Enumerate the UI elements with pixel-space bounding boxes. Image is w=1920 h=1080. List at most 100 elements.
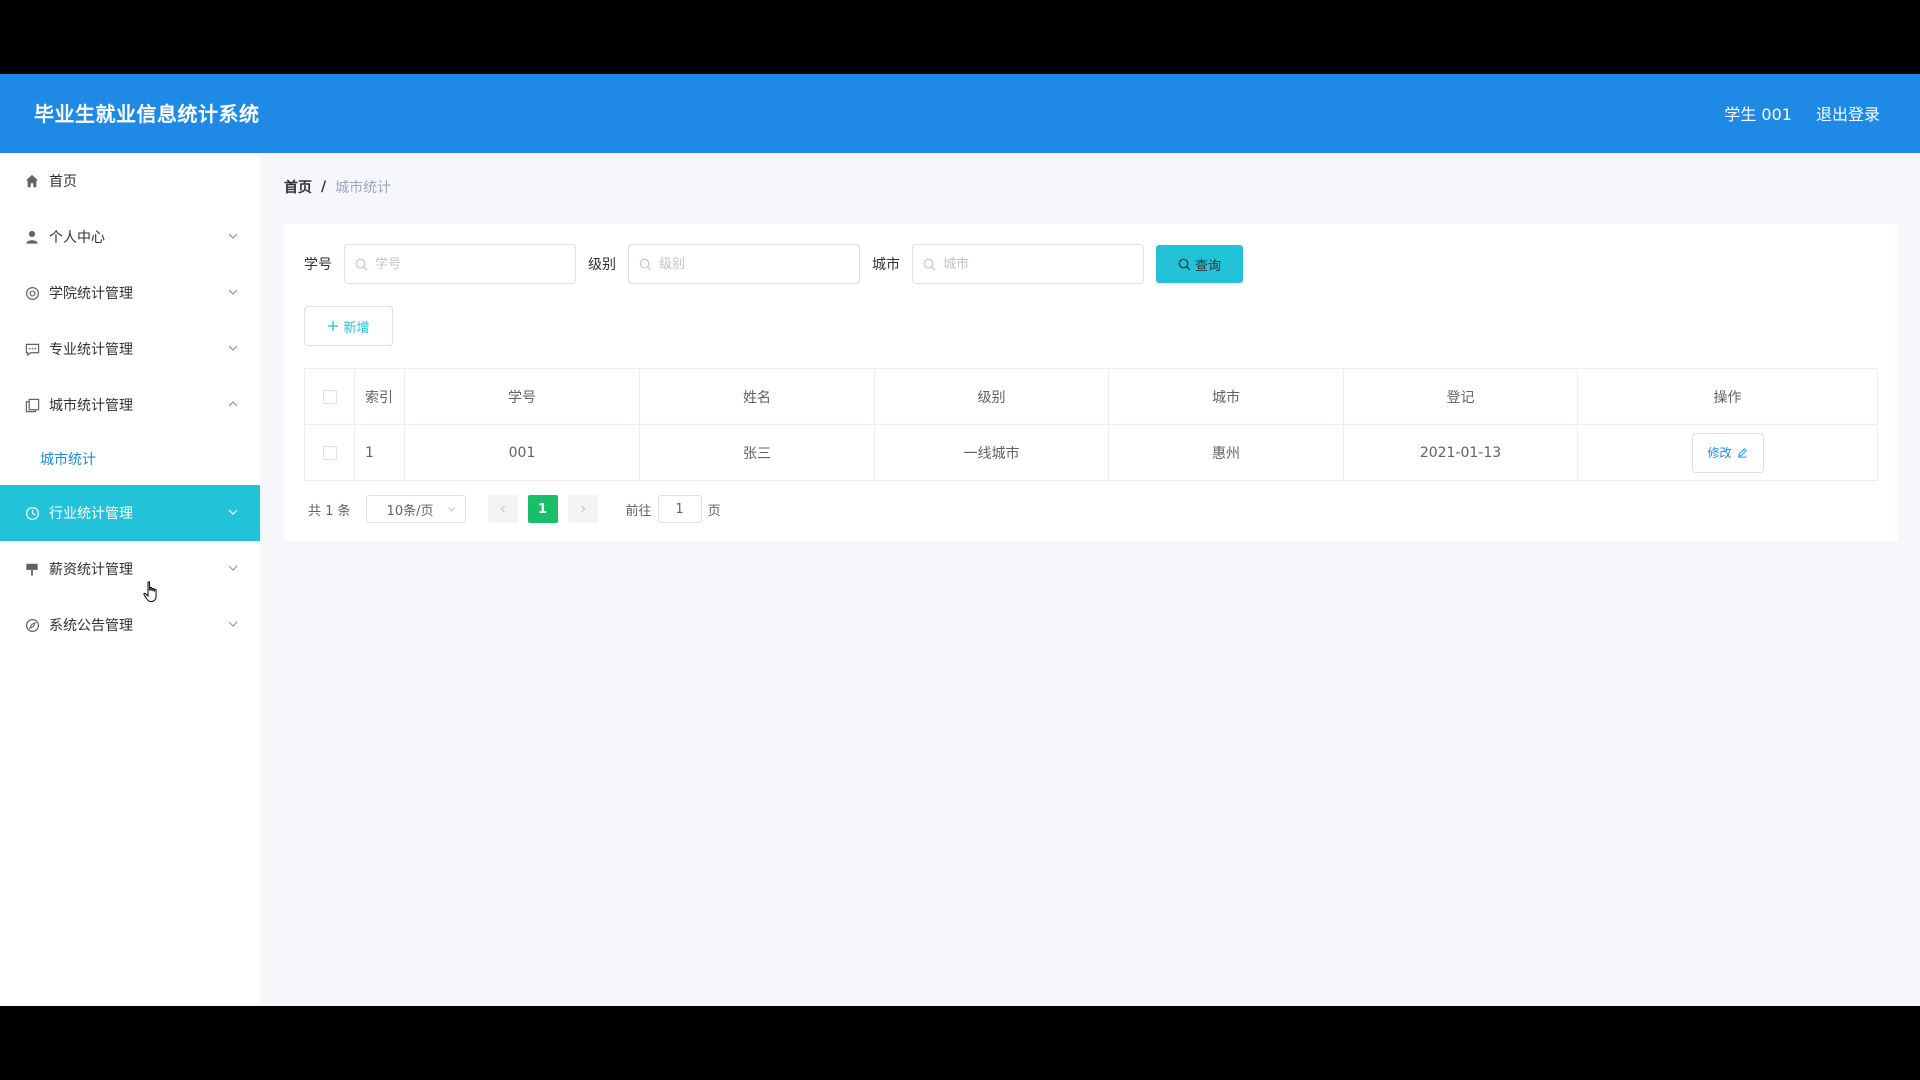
- edit-button-label: 修改: [1707, 446, 1732, 460]
- level-field: [628, 244, 860, 284]
- column-header-date: 登记: [1343, 368, 1578, 425]
- pagination-total: 共 1 条: [308, 503, 351, 519]
- logout-link[interactable]: 退出登录: [1816, 101, 1880, 125]
- row-checkbox[interactable]: [322, 445, 337, 460]
- city-field: [912, 244, 1144, 284]
- chevron-left-icon: [500, 505, 505, 513]
- edit-button[interactable]: 修改: [1691, 432, 1764, 473]
- breadcrumb-current: 城市统计: [335, 180, 392, 196]
- chat-icon: [24, 341, 40, 357]
- chevron-down-icon: [228, 565, 238, 571]
- sidebar-subitem-city-stat[interactable]: 城市统计: [0, 433, 260, 485]
- select-all-checkbox[interactable]: [322, 389, 337, 404]
- cell-city: 惠州: [1108, 424, 1344, 481]
- search-icon: [923, 258, 936, 271]
- chevron-down-icon: [447, 507, 455, 512]
- goto-page-input[interactable]: [657, 495, 702, 523]
- screen: 毕业生就业信息统计系统 学生 001 退出登录 首页 个人中心 学院统计管理 专…: [0, 0, 1920, 1080]
- sidebar-item-announcement[interactable]: 系统公告管理: [0, 597, 260, 653]
- home-icon: [24, 173, 40, 189]
- app-title: 毕业生就业信息统计系统: [34, 102, 260, 126]
- column-header-student-id: 学号: [404, 368, 640, 425]
- sidebar-item-major-stats[interactable]: 专业统计管理: [0, 321, 260, 377]
- cell-name: 张三: [639, 424, 875, 481]
- cell-student-id: 001: [404, 424, 640, 481]
- chevron-down-icon: [228, 509, 238, 515]
- breadcrumb-separator: /: [321, 179, 327, 195]
- sidebar-item-label: 首页: [49, 174, 77, 190]
- plus-icon: [328, 321, 339, 331]
- sidebar-item-label: 城市统计管理: [49, 398, 133, 414]
- next-page-button[interactable]: [567, 495, 598, 523]
- student-id-field: [344, 244, 576, 284]
- page-size-value: 10条/页: [386, 503, 434, 519]
- sidebar-item-home[interactable]: 首页: [0, 153, 260, 209]
- sidebar-item-college-stats[interactable]: 学院统计管理: [0, 265, 260, 321]
- sidebar-item-label: 薪资统计管理: [49, 562, 133, 578]
- student-id-input[interactable]: [345, 245, 575, 283]
- search-icon: [355, 258, 368, 271]
- column-header-action: 操作: [1577, 368, 1878, 425]
- add-button-label: 新增: [343, 319, 370, 335]
- sidebar-item-label: 学院统计管理: [49, 286, 133, 302]
- city-input[interactable]: [913, 245, 1143, 283]
- compass-icon: [24, 617, 40, 633]
- sidebar-item-label: 专业统计管理: [49, 342, 133, 358]
- goto-label: 前往: [625, 503, 652, 519]
- sidebar-item-city-stats[interactable]: 城市统计管理: [0, 377, 260, 433]
- cell-index: 1: [354, 424, 405, 481]
- top-header: 毕业生就业信息统计系统 学生 001 退出登录: [0, 74, 1920, 153]
- sign-icon: [24, 561, 40, 577]
- cell-level: 一线城市: [874, 424, 1109, 481]
- search-icon: [1178, 258, 1191, 270]
- filter-bar: 学号 级别 城市 查询: [304, 244, 1243, 284]
- chevron-down-icon: [228, 289, 238, 295]
- select-all-cell: [304, 368, 355, 425]
- cell-date: 2021-01-13: [1343, 424, 1578, 481]
- current-user[interactable]: 学生 001: [1724, 101, 1792, 125]
- sidebar-item-salary-stats[interactable]: 薪资统计管理: [0, 541, 260, 597]
- content-card: 学号 级别 城市 查询 新增: [284, 224, 1898, 541]
- sidebar-subitem-label: 城市统计: [40, 452, 96, 468]
- sidebar: 首页 个人中心 学院统计管理 专业统计管理 城市统计管理 城市统计 行业统计管理…: [0, 153, 260, 1006]
- sidebar-item-label: 个人中心: [49, 230, 105, 246]
- sidebar-item-label: 系统公告管理: [49, 618, 133, 634]
- app-window: 毕业生就业信息统计系统 学生 001 退出登录 首页 个人中心 学院统计管理 专…: [0, 74, 1920, 1006]
- city-label: 城市: [872, 257, 900, 273]
- column-header-level: 级别: [874, 368, 1109, 425]
- student-id-label: 学号: [304, 257, 332, 273]
- breadcrumb: 首页 / 城市统计: [284, 177, 391, 197]
- edit-icon: [1737, 448, 1747, 458]
- table-row: 1 001 张三 一线城市 惠州 2021-01-13 修改: [304, 424, 1878, 481]
- query-button[interactable]: 查询: [1156, 245, 1243, 283]
- column-header-index: 索引: [354, 368, 405, 425]
- user-icon: [24, 229, 40, 245]
- row-select-cell: [304, 424, 355, 481]
- chevron-up-icon: [228, 401, 238, 407]
- prev-page-button[interactable]: [487, 495, 518, 523]
- settings-icon: [24, 285, 40, 301]
- hand-cursor-icon: [143, 581, 157, 602]
- copy-icon: [24, 397, 40, 413]
- sidebar-item-label: 行业统计管理: [49, 506, 133, 522]
- chevron-down-icon: [228, 621, 238, 627]
- chevron-down-icon: [228, 345, 238, 351]
- page-size-select[interactable]: 10条/页: [365, 495, 466, 523]
- cell-action: 修改: [1577, 424, 1878, 481]
- column-header-city: 城市: [1108, 368, 1344, 425]
- sidebar-item-personal-center[interactable]: 个人中心: [0, 209, 260, 265]
- add-button[interactable]: 新增: [304, 306, 393, 346]
- table-header-row: 索引 学号 姓名 级别 城市 登记 操作: [304, 368, 1878, 425]
- page-suffix: 页: [707, 503, 721, 519]
- chevron-down-icon: [228, 233, 238, 239]
- page-number-current[interactable]: 1: [527, 495, 558, 523]
- sidebar-item-industry-stats[interactable]: 行业统计管理: [0, 485, 260, 541]
- level-input[interactable]: [629, 245, 859, 283]
- clock-icon: [24, 505, 40, 521]
- chevron-right-icon: [580, 505, 585, 513]
- breadcrumb-home[interactable]: 首页: [284, 177, 312, 197]
- data-table: 索引 学号 姓名 级别 城市 登记 操作 1 001 张三 一线城市 惠州 20…: [304, 368, 1878, 481]
- header-right: 学生 001 退出登录: [1724, 101, 1880, 125]
- query-button-label: 查询: [1194, 257, 1221, 273]
- search-icon: [639, 258, 652, 271]
